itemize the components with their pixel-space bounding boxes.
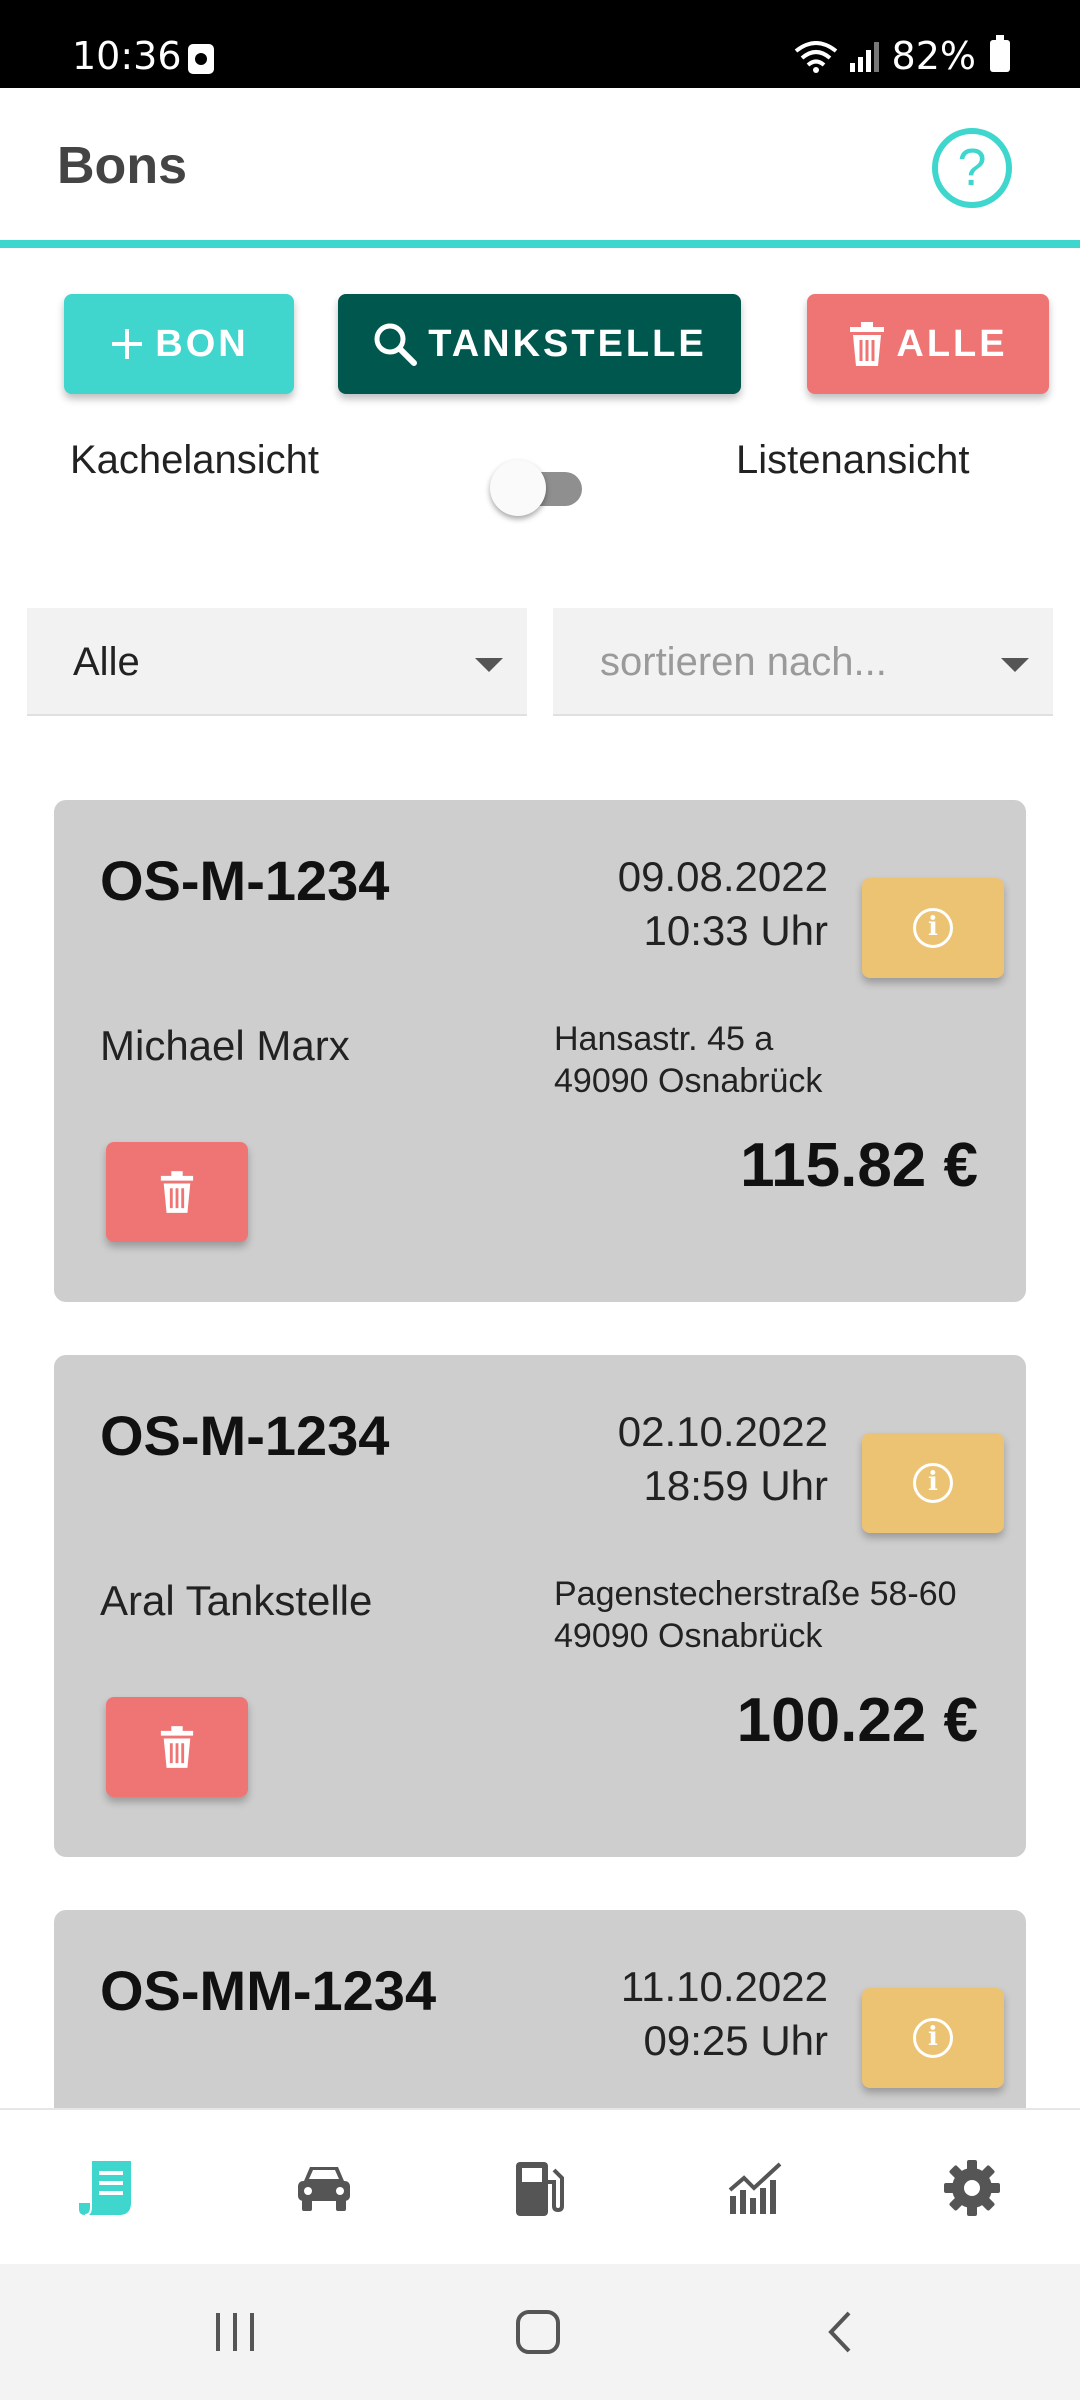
- nav-vehicles[interactable]: [216, 2110, 432, 2266]
- address-city: 49090 Osnabrück: [554, 1617, 823, 1655]
- station-name: Michael Marx: [100, 1022, 350, 1069]
- plus-icon: [112, 329, 143, 359]
- list-view-label: Listenansicht: [736, 438, 970, 482]
- address-street: Hansastr. 45 a: [554, 1020, 774, 1058]
- receipt-date: 11.10.2022: [620, 1963, 828, 2010]
- home-icon: [516, 2310, 560, 2354]
- info-button[interactable]: i: [862, 878, 1004, 978]
- info-icon: i: [913, 1463, 953, 1503]
- station-address: Hansastr. 45 a 49090 Osnabrück: [554, 1018, 822, 1102]
- battery-icon: [990, 35, 1010, 72]
- status-indicators: 82%: [794, 34, 1010, 78]
- trash-icon: [160, 1726, 194, 1768]
- receipt-card[interactable]: OS-M-1234 09.08.2022 10:33 Uhr i Michael…: [54, 800, 1026, 1302]
- home-button[interactable]: [458, 2264, 618, 2400]
- add-receipt-button[interactable]: BON: [64, 294, 294, 394]
- receipt-date: 09.08.2022: [617, 853, 828, 900]
- info-button[interactable]: i: [862, 1433, 1004, 1533]
- license-plate: OS-M-1234: [100, 849, 390, 912]
- info-icon: i: [913, 2018, 953, 2058]
- fuel-pump-icon: [516, 2162, 564, 2216]
- search-gas-station-button[interactable]: TANKSTELLE: [338, 294, 741, 394]
- delete-all-label: ALLE: [896, 322, 1008, 365]
- receipt-datetime: 11.10.2022 09:25 Uhr: [621, 1960, 828, 2068]
- wifi-icon: [794, 41, 837, 73]
- trash-icon: [850, 322, 885, 366]
- tile-view-label: Kachelansicht: [70, 438, 320, 482]
- view-toggle-switch[interactable]: [490, 460, 592, 516]
- statistics-icon: [728, 2162, 782, 2214]
- dropdown-arrow-icon: [1001, 658, 1029, 672]
- dropdown-arrow-icon: [475, 658, 503, 672]
- delete-all-button[interactable]: ALLE: [807, 294, 1049, 394]
- receipt-date: 02.10.2022: [617, 1408, 828, 1455]
- recent-apps-button[interactable]: [155, 2264, 315, 2400]
- license-plate: OS-M-1234: [100, 1404, 390, 1467]
- page-title: Bons: [57, 137, 187, 195]
- receipt-datetime: 09.08.2022 10:33 Uhr: [618, 850, 828, 958]
- vehicle-filter-value: Alle: [73, 640, 140, 684]
- search-icon: [374, 323, 418, 366]
- receipt-list[interactable]: OS-M-1234 09.08.2022 10:33 Uhr i Michael…: [0, 800, 1080, 2108]
- receipt-time: 10:33 Uhr: [643, 907, 828, 954]
- car-icon: [298, 2167, 350, 2211]
- search-gas-station-label: TANKSTELLE: [428, 322, 707, 365]
- status-time: 10:36: [72, 34, 182, 78]
- back-button[interactable]: [760, 2264, 920, 2400]
- receipt-amount: 100.22 €: [736, 1686, 978, 1755]
- status-bar: 10:36 82%: [0, 0, 1080, 88]
- address-street: Pagenstecherstraße 58-60: [554, 1575, 957, 1613]
- system-navigation-bar: [0, 2264, 1080, 2400]
- toggle-knob: [490, 460, 546, 516]
- delete-receipt-button[interactable]: [106, 1142, 248, 1242]
- notification-icon: [188, 44, 214, 74]
- receipt-datetime: 02.10.2022 18:59 Uhr: [618, 1405, 828, 1513]
- help-button[interactable]: ?: [932, 128, 1012, 208]
- battery-percentage: 82%: [891, 34, 976, 78]
- nav-statistics[interactable]: [648, 2110, 864, 2266]
- info-icon: i: [913, 908, 953, 948]
- nav-receipts[interactable]: [0, 2110, 216, 2266]
- station-address: Pagenstecherstraße 58-60 49090 Osnabrück: [554, 1573, 957, 1657]
- receipt-card[interactable]: OS-M-1234 02.10.2022 18:59 Uhr i Aral Ta…: [54, 1355, 1026, 1857]
- app-header: Bons ?: [0, 88, 1080, 248]
- license-plate: OS-MM-1234: [100, 1959, 437, 2022]
- receipt-icon: [79, 2161, 131, 2216]
- delete-receipt-button[interactable]: [106, 1697, 248, 1797]
- info-button[interactable]: i: [862, 1988, 1004, 2088]
- receipt-card[interactable]: OS-MM-1234 11.10.2022 09:25 Uhr i: [54, 1910, 1026, 2108]
- bottom-navigation: [0, 2108, 1080, 2264]
- sort-placeholder: sortieren nach...: [600, 640, 887, 684]
- receipt-time: 09:25 Uhr: [643, 2017, 828, 2064]
- nav-settings[interactable]: [864, 2110, 1080, 2266]
- add-receipt-label: BON: [155, 322, 249, 365]
- receipt-time: 18:59 Uhr: [643, 1462, 828, 1509]
- receipt-amount: 115.82 €: [740, 1131, 978, 1200]
- sort-select[interactable]: sortieren nach...: [553, 608, 1053, 716]
- back-icon: [828, 2311, 851, 2353]
- vehicle-filter-select[interactable]: Alle: [27, 608, 527, 716]
- help-icon: ?: [957, 139, 987, 197]
- gear-icon: [944, 2160, 1000, 2216]
- station-name: Aral Tankstelle: [100, 1577, 373, 1624]
- recent-apps-icon: [216, 2313, 254, 2351]
- trash-icon: [160, 1171, 194, 1213]
- signal-icon: [849, 42, 879, 72]
- address-city: 49090 Osnabrück: [554, 1062, 823, 1100]
- nav-gas-stations[interactable]: [432, 2110, 648, 2266]
